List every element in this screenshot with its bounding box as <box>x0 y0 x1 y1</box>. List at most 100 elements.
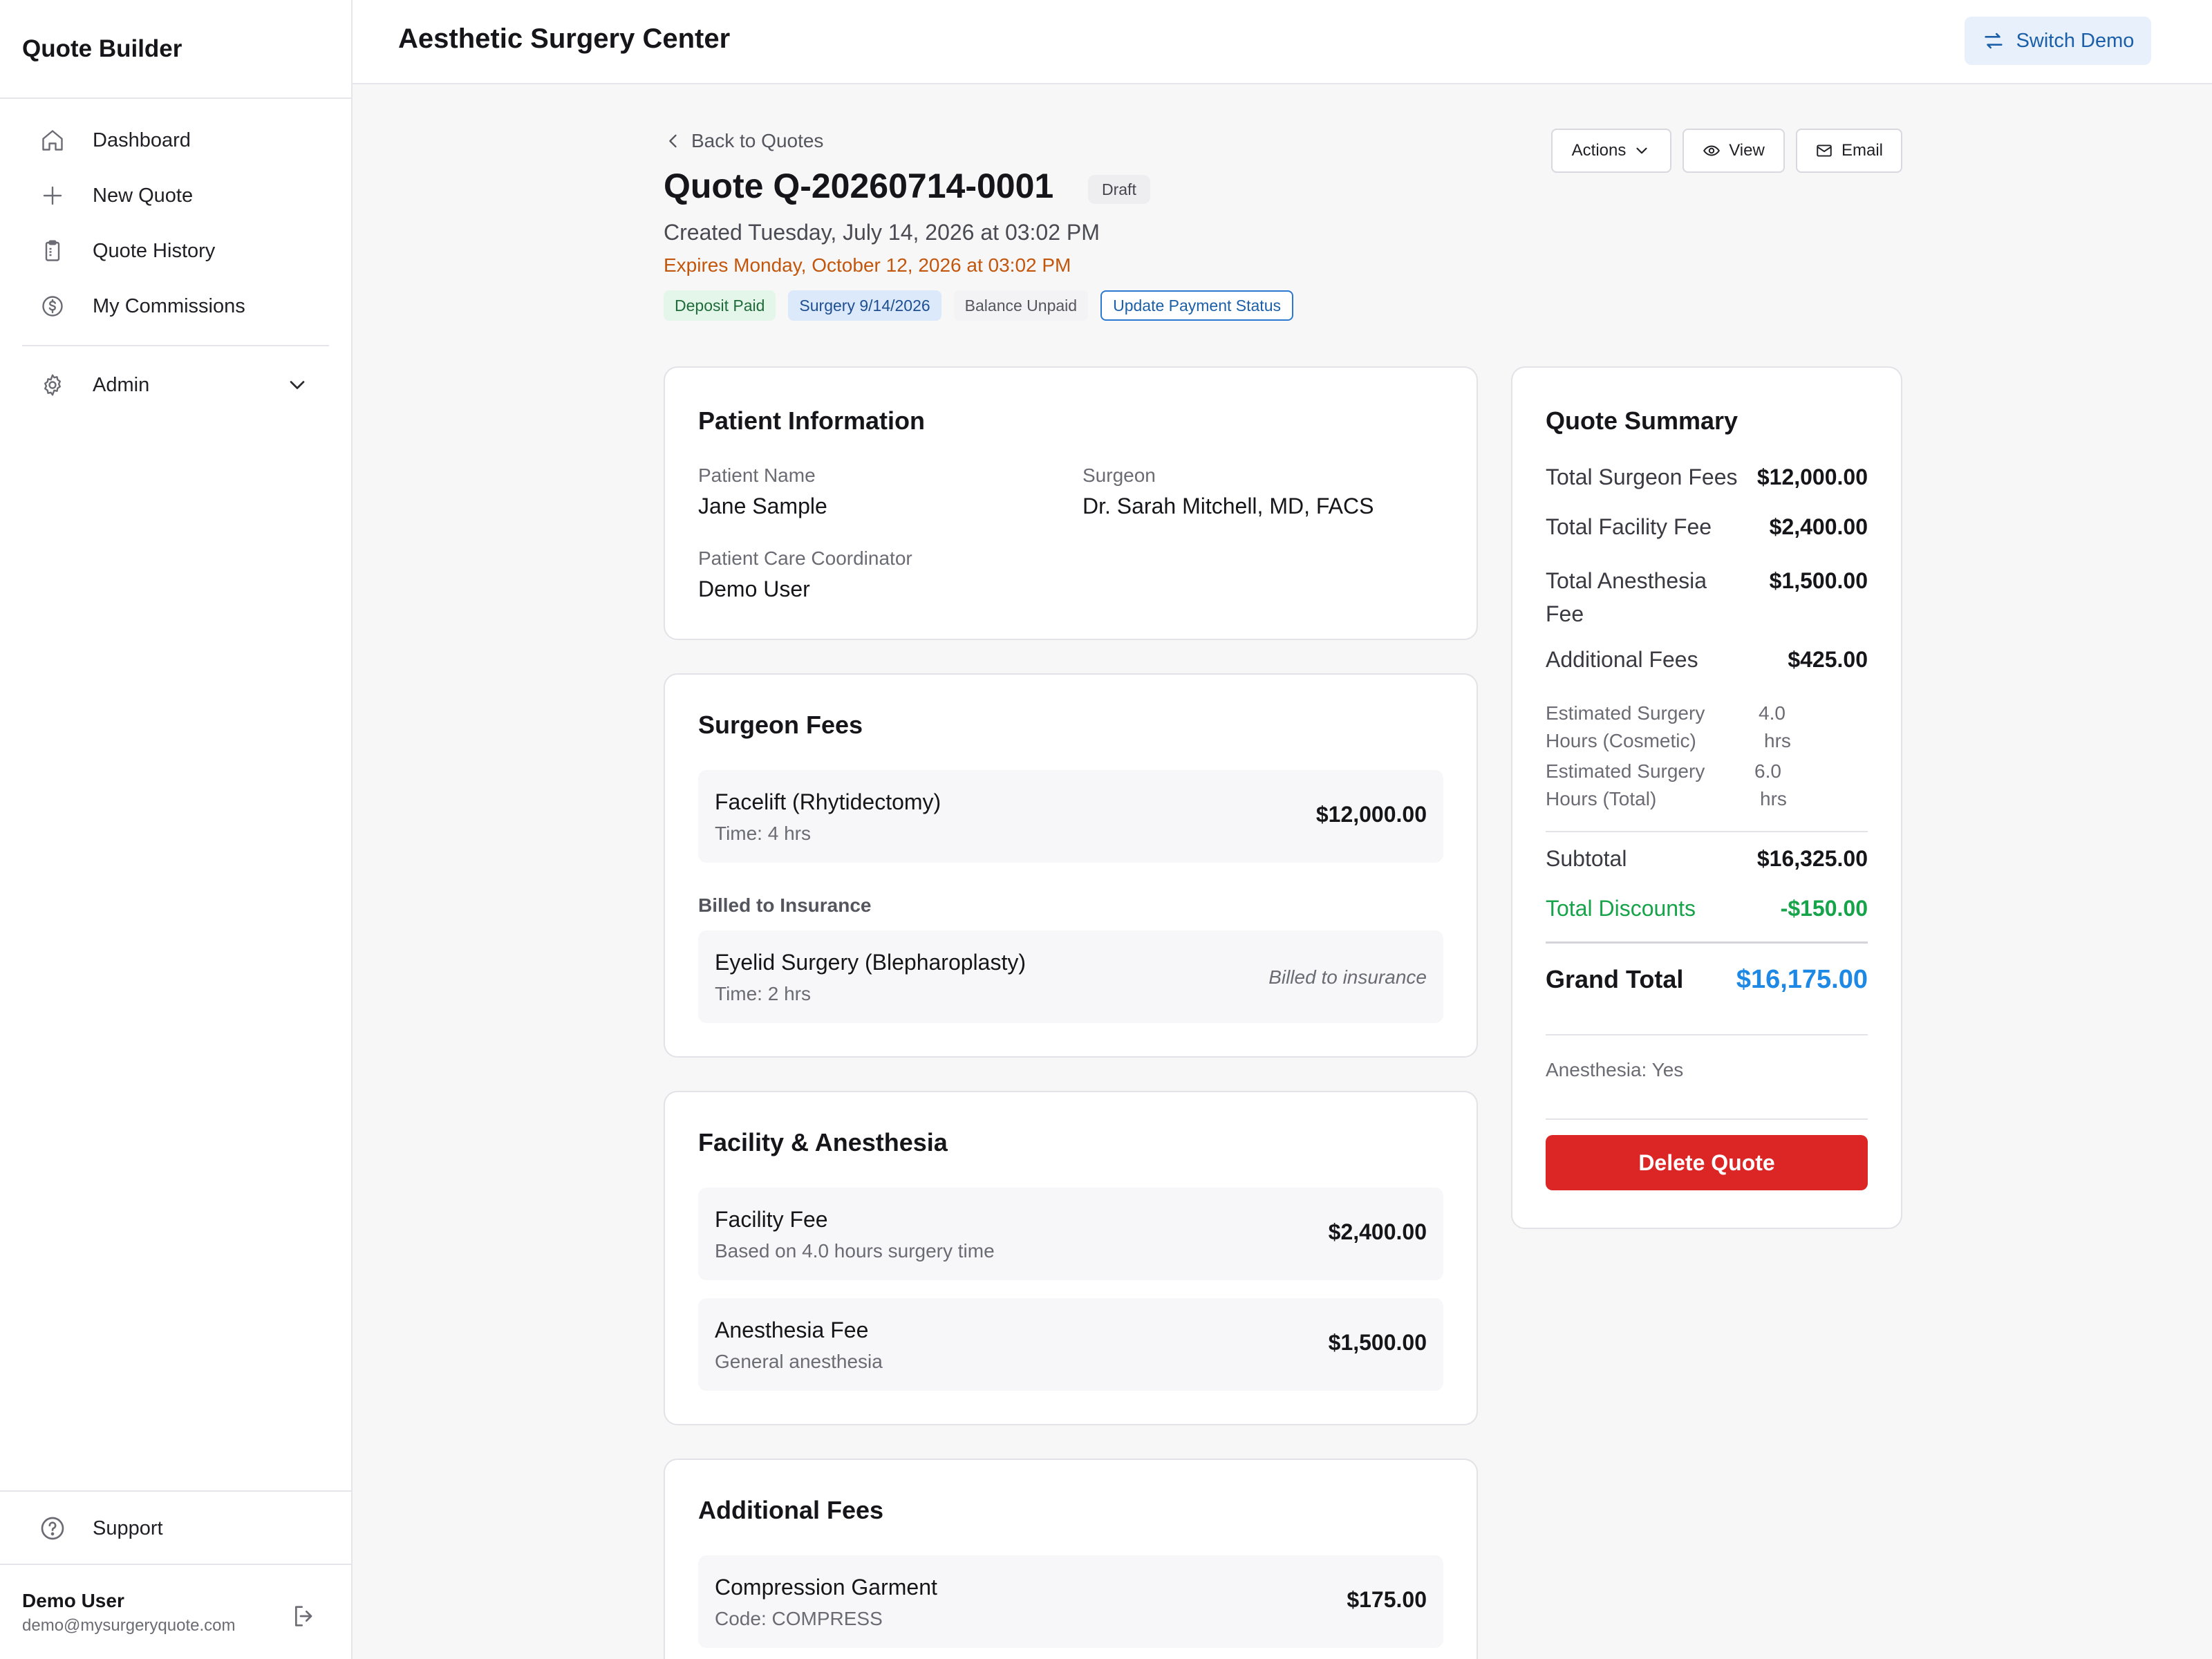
summary-subtotal: Subtotal $16,325.00 <box>1546 846 1868 872</box>
switch-demo-button[interactable]: Switch Demo <box>1965 17 2151 65</box>
summary-value: -$150.00 <box>1780 896 1868 921</box>
expiration-date: Expires Monday, October 12, 2026 at 03:0… <box>664 254 1071 276</box>
delete-quote-button[interactable]: Delete Quote <box>1546 1135 1868 1190</box>
patient-name-label: Patient Name <box>698 465 816 486</box>
billed-to-insurance-heading: Billed to Insurance <box>698 894 872 916</box>
procedure-time: Time: 2 hrs <box>715 983 811 1004</box>
fee-name: Anesthesia Fee <box>715 1318 869 1342</box>
back-label: Back to Quotes <box>691 130 824 151</box>
summary-label: Fee <box>1546 601 1584 626</box>
home-icon <box>39 126 66 154</box>
summary-value: $16,325.00 <box>1756 846 1868 871</box>
sidebar-item-my-commissions[interactable]: My Commissions <box>22 279 329 334</box>
sidebar-item-dashboard[interactable]: Dashboard <box>22 113 329 168</box>
chevron-down-icon[interactable] <box>285 373 310 397</box>
summary-label: Additional Fees <box>1546 647 1698 672</box>
page-title: Quote Q-20260714-0001 <box>664 167 1054 205</box>
surgeon-name: Dr. Sarah Mitchell, MD, FACS <box>1082 494 1374 518</box>
procedure-amount: $12,000.00 <box>1315 802 1427 827</box>
help-circle-icon <box>39 1515 66 1542</box>
summary-discounts: Total Discounts -$150.00 <box>1546 896 1868 921</box>
sidebar-nav: Dashboard New Quote Quote History My Com… <box>0 99 351 413</box>
chevron-left-icon <box>664 131 683 151</box>
summary-value: $2,400.00 <box>1769 514 1868 539</box>
card-title: Facility & Anesthesia <box>698 1128 948 1156</box>
patient-name: Jane Sample <box>698 494 827 518</box>
fee-amount: $175.00 <box>1347 1587 1427 1612</box>
list-item: Facelift (Rhytidectomy) Time: 4 hrs $12,… <box>698 770 1443 863</box>
quote-summary-card: Quote Summary Total Surgeon Fees $12,000… <box>1511 366 1902 1229</box>
estimated-hours-total-label: Estimated Surgery Hours (Total) <box>1546 758 1705 813</box>
back-to-quotes-link[interactable]: Back to Quotes <box>664 130 823 152</box>
procedure-name: Facelift (Rhytidectomy) <box>715 789 941 814</box>
procedure-name: Eyelid Surgery (Blepharoplasty) <box>715 950 1026 975</box>
surgeon-fees-card: Surgeon Fees Facelift (Rhytidectomy) Tim… <box>664 673 1478 1058</box>
sidebar-divider <box>22 345 329 346</box>
chevron-down-icon <box>1633 142 1651 160</box>
mail-icon <box>1815 142 1833 160</box>
sidebar-item-support[interactable]: Support <box>0 1490 351 1565</box>
additional-fees-card: Additional Fees Compression Garment Code… <box>664 1459 1478 1659</box>
insurance-note: Billed to insurance <box>1268 966 1427 988</box>
anesthesia-note: Anesthesia: Yes <box>1546 1059 1684 1080</box>
divider <box>1546 831 1868 832</box>
summary-value: $12,000.00 <box>1756 465 1868 489</box>
unit-line: hrs <box>1764 730 1791 751</box>
label-line: Estimated Surgery <box>1546 702 1705 724</box>
surgeon-label: Surgeon <box>1082 465 1156 486</box>
user-profile: Demo User demo@mysurgeryquote.com <box>0 1564 351 1659</box>
email-button[interactable]: Email <box>1796 129 1902 173</box>
clipboard-icon <box>39 237 66 265</box>
status-badge: Draft <box>1088 175 1150 204</box>
logout-icon[interactable] <box>290 1602 318 1630</box>
fee-amount: $1,500.00 <box>1328 1330 1427 1355</box>
gear-icon <box>39 371 66 399</box>
summary-label: Total Discounts <box>1546 896 1696 921</box>
summary-anesthesia-fee: Total Anesthesia Fee $1,500.00 <box>1546 564 1868 630</box>
plus-icon <box>39 182 66 209</box>
fee-name: Facility Fee <box>715 1207 828 1232</box>
sidebar-item-label: My Commissions <box>93 294 245 317</box>
summary-value: $425.00 <box>1788 647 1868 672</box>
eye-icon <box>1703 142 1721 160</box>
update-payment-status-button[interactable]: Update Payment Status <box>1100 290 1293 321</box>
actions-dropdown-button[interactable]: Actions <box>1551 129 1671 173</box>
sidebar-item-quote-history[interactable]: Quote History <box>22 223 329 279</box>
list-item: Eyelid Surgery (Blepharoplasty) Time: 2 … <box>698 930 1443 1023</box>
sidebar-item-admin[interactable]: Admin <box>22 357 329 413</box>
sidebar-item-new-quote[interactable]: New Quote <box>22 168 329 223</box>
sidebar-item-label: New Quote <box>93 184 194 207</box>
fee-amount: $2,400.00 <box>1328 1219 1427 1244</box>
swap-arrows-icon <box>1982 29 2005 53</box>
divider <box>1546 1034 1868 1035</box>
list-item: Facility Fee Based on 4.0 hours surgery … <box>698 1188 1443 1280</box>
coordinator-name: Demo User <box>698 577 810 601</box>
label-line: Hours (Total) <box>1546 788 1657 809</box>
facility-anesthesia-card: Facility & Anesthesia Facility Fee Based… <box>664 1091 1478 1425</box>
actions-label: Actions <box>1571 141 1627 160</box>
surgery-date-badge: Surgery 9/14/2026 <box>788 290 941 321</box>
card-title: Patient Information <box>698 406 926 435</box>
estimated-hours-cosmetic-value: 4.0 hrs <box>1759 700 1791 755</box>
label-line: Hours (Cosmetic) <box>1546 730 1696 751</box>
summary-value: $1,500.00 <box>1769 568 1868 593</box>
card-title: Additional Fees <box>698 1496 884 1524</box>
value-line: 6.0 <box>1754 760 1781 782</box>
app-title: Quote Builder <box>0 0 351 99</box>
balance-badge: Balance Unpaid <box>953 290 1089 321</box>
grand-total-value: $16,175.00 <box>1736 965 1868 994</box>
sidebar: Quote Builder Dashboard New Quote Quote … <box>0 0 353 1659</box>
estimated-hours-cosmetic-label: Estimated Surgery Hours (Cosmetic) <box>1546 700 1705 755</box>
view-label: View <box>1729 141 1765 160</box>
summary-surgeon-fees: Total Surgeon Fees $12,000.00 <box>1546 465 1868 490</box>
fee-code: Code: COMPRESS <box>715 1608 883 1629</box>
sidebar-item-label: Quote History <box>93 239 216 262</box>
card-title: Quote Summary <box>1546 406 1738 435</box>
list-item: Compression Garment Code: COMPRESS $175.… <box>698 1555 1443 1648</box>
view-button[interactable]: View <box>1683 129 1785 173</box>
organization-name: Aesthetic Surgery Center <box>398 24 731 54</box>
fee-description: General anesthesia <box>715 1351 883 1372</box>
divider <box>1546 941 1868 944</box>
summary-label: Total Facility Fee <box>1546 514 1712 539</box>
switch-demo-label: Switch Demo <box>2016 29 2135 52</box>
